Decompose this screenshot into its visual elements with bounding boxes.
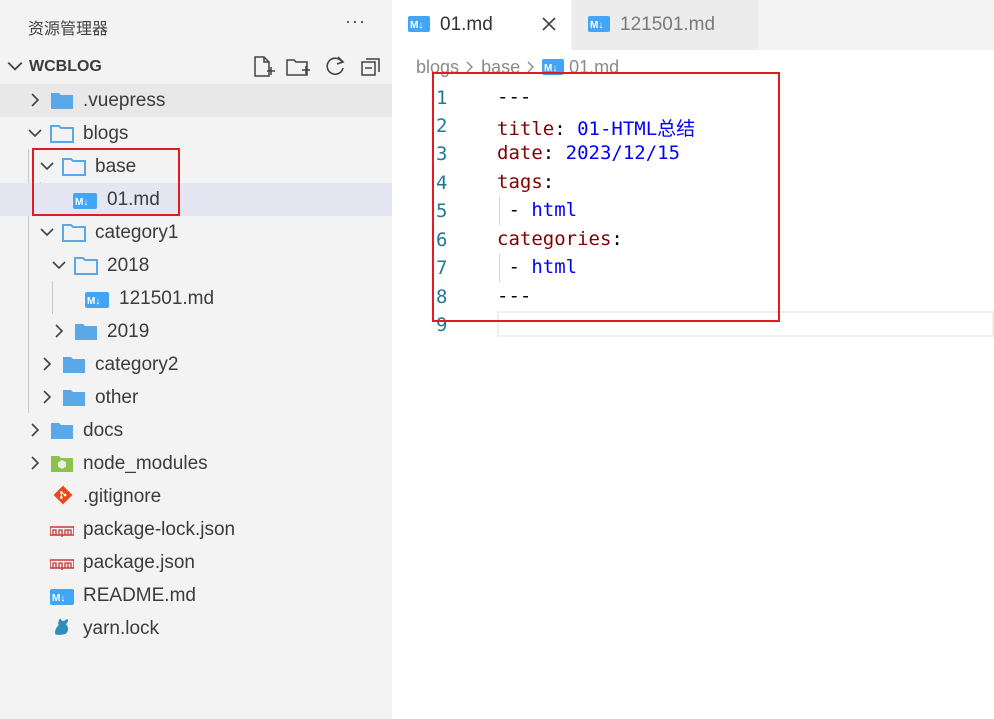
chevron-down-icon: [28, 129, 42, 138]
tree-item-label: yarn.lock: [83, 618, 160, 639]
highlight-box: [432, 72, 780, 322]
tree-item-docs[interactable]: docs: [0, 414, 392, 447]
tree-item-label: .gitignore: [83, 486, 162, 507]
chevron-right-icon: [43, 390, 52, 404]
npm-icon: [50, 559, 74, 570]
tree-item-package-json[interactable]: package.json: [0, 546, 392, 579]
tree-item-121501-md[interactable]: M↓ 121501.md: [0, 282, 392, 315]
svg-text:M↓: M↓: [52, 593, 65, 604]
markdown-icon: M↓: [408, 16, 430, 32]
new-file-icon[interactable]: [250, 54, 276, 80]
workspace-name: WCBLOG: [29, 58, 102, 75]
chevron-right-icon: [43, 357, 52, 371]
chevron-right-icon: [55, 324, 64, 338]
tree-item-label: other: [95, 387, 139, 408]
highlight-box: [32, 148, 180, 216]
tab-label: 121501.md: [620, 14, 716, 35]
svg-text:M↓: M↓: [590, 20, 603, 31]
new-folder-icon[interactable]: [285, 54, 311, 80]
tree-item-label: blogs: [83, 123, 129, 144]
tree-item-gitignore[interactable]: .gitignore: [0, 480, 392, 513]
more-actions-icon[interactable]: ···: [345, 11, 366, 32]
tree-item-label: category1: [95, 222, 179, 243]
tab-01-md[interactable]: M↓ 01.md: [392, 0, 571, 50]
collapse-all-icon[interactable]: [358, 54, 384, 80]
tab-label: 01.md: [440, 14, 493, 35]
folder-open-icon: [74, 257, 98, 275]
tree-item-readme[interactable]: M↓ README.md: [0, 579, 392, 612]
tree-item-2018[interactable]: 2018: [0, 249, 392, 282]
workspace-header[interactable]: WCBLOG: [0, 50, 392, 83]
tree-item-package-lock[interactable]: package-lock.json: [0, 513, 392, 546]
tree-item-label: package.json: [83, 552, 195, 573]
chevron-right-icon: [31, 456, 40, 470]
tab-121501-md[interactable]: M↓ 121501.md: [572, 0, 758, 50]
explorer-header: 资源管理器 ···: [0, 0, 392, 50]
explorer-actions: [250, 54, 390, 80]
folder-icon: [63, 357, 85, 373]
tree-item-vuepress[interactable]: .vuepress: [0, 84, 392, 117]
explorer-sidebar: 资源管理器 ··· WCBLOG .vuepress blogs base M↓: [0, 0, 392, 719]
tree-item-label: package-lock.json: [83, 519, 236, 540]
markdown-icon: M↓: [588, 16, 610, 32]
chevron-right-icon: [31, 93, 40, 107]
tree-item-label: .vuepress: [83, 90, 166, 111]
folder-icon: [75, 324, 97, 340]
tree-item-2019[interactable]: 2019: [0, 315, 392, 348]
folder-open-icon: [62, 224, 86, 242]
tree-item-node-modules[interactable]: node_modules: [0, 447, 392, 480]
chevron-down-icon: [40, 228, 54, 237]
code-editor[interactable]: 1 --- 2 title: 01-HTML总结 3 date: 2023/12…: [392, 72, 994, 719]
markdown-icon: M↓: [85, 292, 109, 308]
editor-tabs: M↓ 01.md M↓ 121501.md: [392, 0, 994, 50]
git-icon: [53, 485, 73, 505]
chevron-right-icon: [31, 423, 40, 437]
node-folder-icon: [51, 456, 73, 472]
svg-text:M↓: M↓: [87, 296, 100, 307]
tree-item-blogs[interactable]: blogs: [0, 117, 392, 150]
tree-item-yarn-lock[interactable]: yarn.lock: [0, 612, 392, 645]
folder-icon: [51, 423, 73, 439]
folder-open-icon: [50, 125, 74, 143]
yarn-icon: [55, 618, 69, 635]
folder-icon: [63, 390, 85, 406]
tree-item-label: 2019: [107, 321, 150, 342]
chevron-down-icon: [7, 61, 23, 71]
tree-item-label: 2018: [107, 255, 150, 276]
tree-item-category1[interactable]: category1: [0, 216, 392, 249]
tree-item-category2[interactable]: category2: [0, 348, 392, 381]
refresh-icon[interactable]: [322, 54, 348, 80]
folder-icon: [51, 93, 73, 109]
tree-item-label: docs: [83, 420, 124, 441]
close-icon[interactable]: [540, 15, 558, 33]
explorer-title: 资源管理器: [28, 21, 109, 38]
tree-item-label: category2: [95, 354, 179, 375]
tree-item-label: 121501.md: [119, 288, 215, 309]
npm-icon: [50, 526, 74, 537]
tree-item-other[interactable]: other: [0, 381, 392, 414]
markdown-icon: M↓: [50, 589, 74, 605]
chevron-down-icon: [52, 261, 66, 270]
tree-item-label: README.md: [83, 585, 196, 606]
svg-text:M↓: M↓: [410, 20, 423, 31]
tree-item-label: node_modules: [83, 453, 208, 474]
